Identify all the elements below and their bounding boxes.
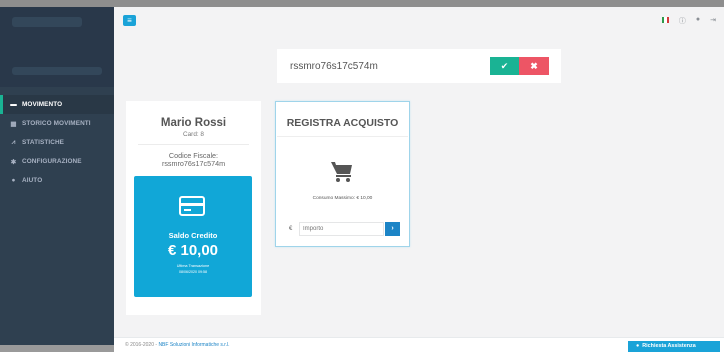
sidebar-item-movimento[interactable]: ▬ MOVIMENTO (0, 95, 114, 114)
sidebar-item-label: STATISTICHE (22, 139, 65, 146)
info-icon[interactable]: ⓘ (679, 16, 686, 26)
credit-amount: € 10,00 (167, 242, 219, 259)
company-link[interactable]: NBF Soluzioni Informatiche s.r.l. (158, 342, 229, 348)
close-icon: ✖ (530, 61, 538, 71)
sidebar-item-label: CONFIGURAZIONE (22, 158, 82, 165)
fiscal-code-input[interactable] (286, 57, 489, 75)
chat-icon: ● (636, 343, 640, 349)
help-request-button[interactable]: ● Richiesta Assistenza (628, 341, 720, 352)
sidebar-item-aiuto[interactable]: ● AIUTO (0, 171, 114, 190)
sidebar-item-statistiche[interactable]: ⩘ STATISTICHE (0, 133, 114, 152)
sidebar: ▬ MOVIMENTO ▦ STORICO MOVIMENTI ⩘ STATIS… (0, 7, 114, 345)
brand-logo (12, 17, 82, 27)
sidebar-header (0, 7, 114, 87)
main-content: ≡ ⓘ ● ⇥ ✔ ✖ Mario Rossi Card: 8 Codice F… (114, 7, 724, 345)
chevron-right-icon: › (391, 225, 394, 232)
fiscal-code-value: rssmro76s17c574m (161, 159, 226, 168)
brand-subtitle (12, 67, 102, 75)
copyright: © 2016-2020 - NBF Soluzioni Informatiche… (125, 342, 230, 348)
amount-input[interactable] (299, 222, 384, 236)
copyright-text: © 2016-2020 - (125, 342, 159, 348)
shopping-cart-icon (331, 162, 352, 182)
customer-name: Mario Rossi (160, 117, 227, 129)
menu-toggle-button[interactable]: ≡ (123, 15, 136, 26)
divider (277, 136, 408, 137)
chat-icon[interactable]: ● (696, 16, 700, 26)
currency-symbol: € (289, 226, 293, 232)
italian-flag-icon[interactable] (661, 17, 669, 23)
top-navbar: ≡ ⓘ ● ⇥ (114, 7, 724, 37)
sidebar-item-label: AIUTO (22, 177, 43, 184)
credit-card-icon (179, 196, 205, 216)
calendar-icon: ▦ (10, 120, 17, 128)
help-request-label: Richiesta Assistenza (642, 343, 696, 349)
purchase-title: REGISTRA ACQUISTO (286, 117, 399, 129)
credit-label: Saldo Credito (168, 231, 218, 240)
sidebar-item-storico-movimenti[interactable]: ▦ STORICO MOVIMENTI (0, 114, 114, 133)
card-number: Card: 8 (183, 131, 204, 138)
confirm-button[interactable]: ✔ (490, 57, 519, 75)
sidebar-item-label: MOVIMENTO (22, 101, 63, 108)
cancel-button[interactable]: ✖ (519, 57, 549, 75)
credit-panel: Saldo Credito € 10,00 Ultima Transazione… (134, 176, 252, 297)
sidebar-item-label: STORICO MOVIMENTI (22, 120, 91, 127)
app-window: ▬ MOVIMENTO ▦ STORICO MOVIMENTI ⩘ STATIS… (0, 0, 724, 352)
check-icon: ✔ (500, 61, 509, 71)
sidebar-nav: ▬ MOVIMENTO ▦ STORICO MOVIMENTI ⩘ STATIS… (0, 95, 114, 190)
submit-purchase-button[interactable]: › (385, 222, 400, 236)
divider (138, 144, 249, 145)
gear-icon: ✱ (10, 158, 17, 166)
help-icon: ● (11, 177, 16, 184)
last-transaction-date: 08/06/2020 09:58 (179, 270, 207, 274)
hamburger-icon: ≡ (127, 16, 132, 25)
chart-icon: ⩘ (11, 138, 16, 146)
cash-icon: ▬ (10, 101, 17, 108)
max-consumption: Consumo Massimo: € 10,00 (312, 196, 373, 201)
customer-card: Mario Rossi Card: 8 Codice Fiscale: rssm… (126, 101, 261, 315)
top-icons: ⓘ ● ⇥ (661, 16, 716, 26)
last-transaction-label: Ultima Transazione (176, 264, 210, 268)
logout-icon[interactable]: ⇥ (710, 16, 716, 26)
sidebar-item-configurazione[interactable]: ✱ CONFIGURAZIONE (0, 152, 114, 171)
purchase-card: REGISTRA ACQUISTO Consumo Massimo: € 10,… (275, 101, 410, 247)
fiscal-code-search: ✔ ✖ (277, 49, 561, 83)
